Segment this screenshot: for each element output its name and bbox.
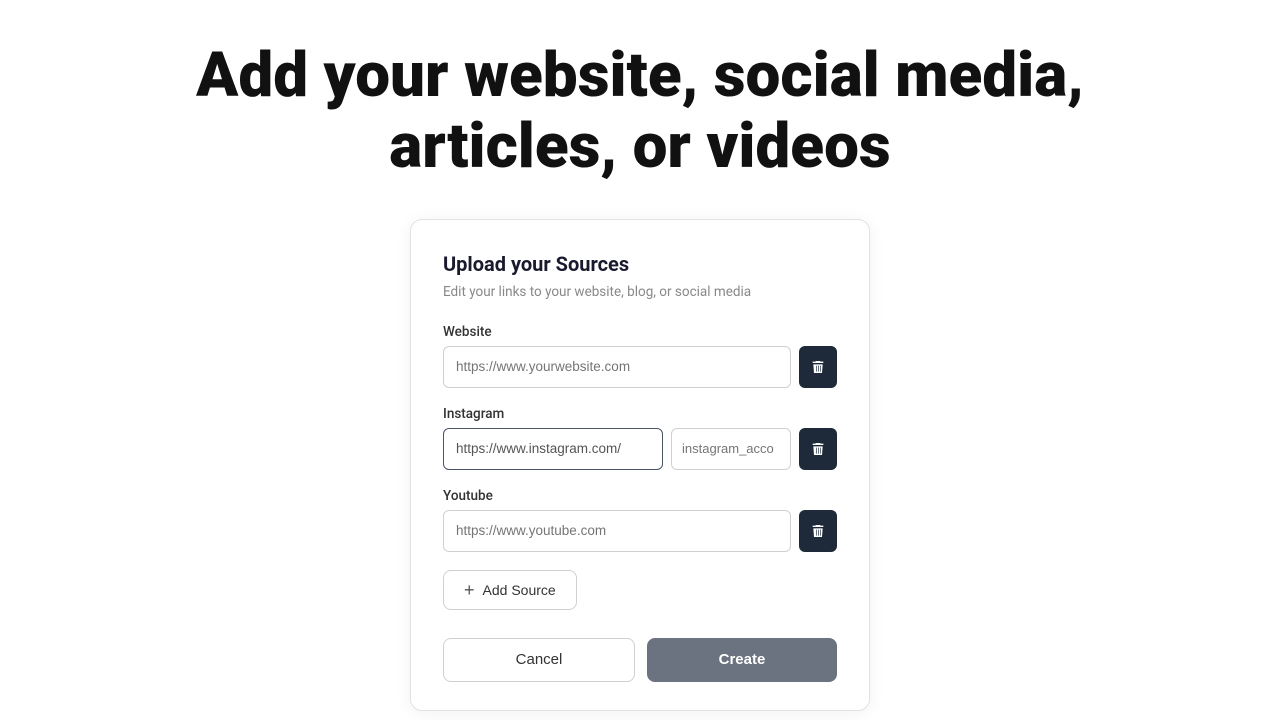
card-subtitle: Edit your links to your website, blog, o… <box>443 284 837 300</box>
create-button[interactable]: Create <box>647 638 837 682</box>
upload-sources-card: Upload your Sources Edit your links to y… <box>410 219 870 711</box>
instagram-delete-button[interactable] <box>799 428 837 470</box>
website-input[interactable] <box>443 346 791 388</box>
action-row: Cancel Create <box>443 638 837 682</box>
website-label: Website <box>443 324 837 340</box>
instagram-field-group: Instagram <box>443 406 837 470</box>
youtube-delete-button[interactable] <box>799 510 837 552</box>
page-heading: Add your website, social media, articles… <box>196 40 1084 183</box>
plus-icon: + <box>464 581 475 599</box>
trash-icon <box>810 441 826 457</box>
website-field-group: Website <box>443 324 837 388</box>
website-input-row <box>443 346 837 388</box>
website-delete-button[interactable] <box>799 346 837 388</box>
youtube-input[interactable] <box>443 510 791 552</box>
youtube-label: Youtube <box>443 488 837 504</box>
instagram-label: Instagram <box>443 406 837 422</box>
card-title: Upload your Sources <box>443 252 837 276</box>
trash-icon <box>810 523 826 539</box>
youtube-field-group: Youtube <box>443 488 837 552</box>
add-source-button[interactable]: + Add Source <box>443 570 577 610</box>
instagram-input-row <box>443 428 837 470</box>
instagram-url-input[interactable] <box>443 428 663 470</box>
add-source-label: Add Source <box>483 582 556 598</box>
youtube-input-row <box>443 510 837 552</box>
cancel-button[interactable]: Cancel <box>443 638 635 682</box>
trash-icon <box>810 359 826 375</box>
instagram-account-input[interactable] <box>671 428 791 470</box>
